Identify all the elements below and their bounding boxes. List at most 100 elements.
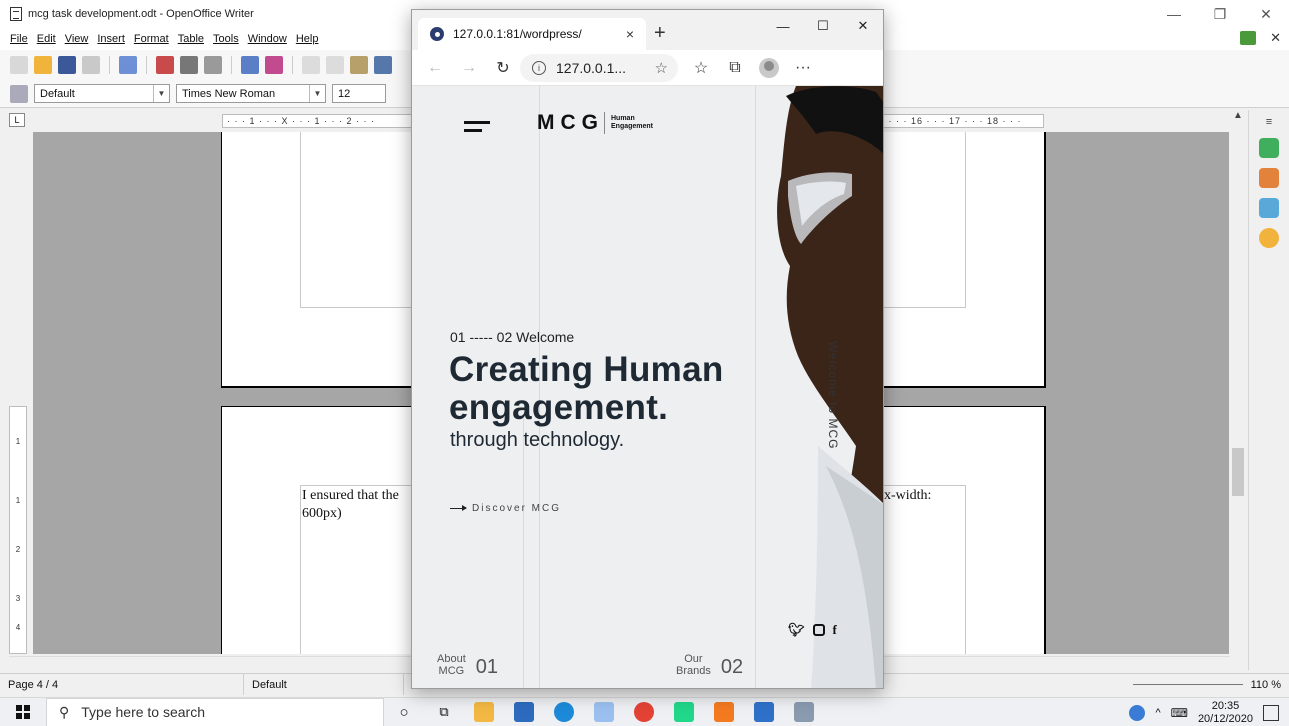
export-pdf-icon[interactable] bbox=[156, 56, 174, 74]
email-icon[interactable] bbox=[82, 56, 100, 74]
cortana-button[interactable]: ○ bbox=[384, 698, 424, 726]
menu-format[interactable]: Format bbox=[134, 33, 169, 45]
edit-file-icon[interactable] bbox=[119, 56, 137, 74]
vertical-ruler[interactable]: 1 1 2 3 4 bbox=[9, 406, 27, 654]
oo-restore-button[interactable]: ❐ bbox=[1197, 0, 1243, 28]
tab-stop-selector[interactable]: L bbox=[9, 113, 25, 127]
clock[interactable]: 20:35 20/12/2020 bbox=[1198, 700, 1253, 726]
facebook-icon[interactable]: f bbox=[833, 622, 837, 638]
taskbar-app-pycharm[interactable] bbox=[664, 698, 704, 726]
browser-tab[interactable]: 127.0.0.1:81/wordpress/ × bbox=[418, 18, 646, 50]
zoom-value[interactable]: 110 % bbox=[1251, 679, 1281, 691]
tab-close-icon[interactable]: × bbox=[626, 26, 634, 42]
menu-window[interactable]: Window bbox=[248, 33, 287, 45]
help-icon[interactable] bbox=[1129, 704, 1146, 721]
collections-icon[interactable]: ⧉ bbox=[718, 53, 752, 83]
document-text-line[interactable]: 600px) bbox=[302, 506, 342, 522]
footer-brands-label: Our Brands bbox=[676, 653, 711, 677]
status-style[interactable]: Default bbox=[244, 674, 404, 695]
new-tab-button[interactable]: + bbox=[654, 22, 666, 45]
browser-minimize-button[interactable]: — bbox=[763, 10, 803, 42]
extension-update-icon[interactable] bbox=[1240, 31, 1257, 45]
favorite-star-icon[interactable]: ☆ bbox=[655, 59, 668, 77]
site-logo[interactable]: MCG Human Engagement bbox=[537, 111, 653, 135]
print-preview-icon[interactable] bbox=[204, 56, 222, 74]
favorites-icon[interactable]: ☆ bbox=[684, 53, 718, 83]
browser-maximize-button[interactable]: ☐ bbox=[803, 10, 843, 42]
autospellcheck-icon[interactable] bbox=[265, 56, 283, 74]
new-document-icon[interactable] bbox=[10, 56, 28, 74]
save-icon[interactable] bbox=[58, 56, 76, 74]
taskbar-app-mail[interactable] bbox=[504, 698, 544, 726]
paste-icon[interactable] bbox=[350, 56, 368, 74]
print-icon[interactable] bbox=[180, 56, 198, 74]
site-info-icon[interactable]: i bbox=[532, 60, 546, 75]
refresh-button[interactable]: ↻ bbox=[486, 53, 520, 83]
vertical-scrollbar[interactable]: ▲ bbox=[1230, 110, 1246, 656]
properties-icon[interactable] bbox=[1259, 138, 1279, 158]
oo-minimize-button[interactable]: — bbox=[1151, 0, 1197, 28]
hamburger-menu-icon[interactable] bbox=[464, 121, 490, 137]
address-bar[interactable]: i 127.0.0.1... ☆ bbox=[520, 53, 678, 82]
styles-formatting-icon[interactable] bbox=[10, 84, 28, 103]
network-icon[interactable]: ⌨ bbox=[1171, 706, 1188, 720]
scrollbar-thumb[interactable] bbox=[1232, 448, 1244, 496]
copy-icon[interactable] bbox=[326, 56, 344, 74]
taskbar-app-chrome[interactable] bbox=[624, 698, 664, 726]
discover-link[interactable]: Discover MCG bbox=[450, 503, 561, 514]
taskbar-app-dropbox[interactable] bbox=[584, 698, 624, 726]
taskbar-app-photos[interactable] bbox=[744, 698, 784, 726]
browser-window-controls: — ☐ ✕ bbox=[763, 10, 883, 42]
format-paintbrush-icon[interactable] bbox=[374, 56, 392, 74]
chevron-down-icon[interactable]: ▼ bbox=[153, 85, 169, 102]
footer-label-line: Our bbox=[684, 653, 703, 665]
taskbar-app-writer[interactable] bbox=[784, 698, 824, 726]
notifications-icon[interactable] bbox=[1263, 704, 1279, 721]
menu-tools[interactable]: Tools bbox=[213, 33, 239, 45]
gallery-icon[interactable] bbox=[1259, 198, 1279, 218]
forward-button[interactable]: → bbox=[452, 53, 486, 83]
more-menu-button[interactable]: ··· bbox=[786, 53, 820, 83]
chevron-up-icon[interactable]: ^ bbox=[1155, 707, 1160, 719]
spellcheck-icon[interactable] bbox=[241, 56, 259, 74]
sidebar-menu-icon[interactable]: ≡ bbox=[1266, 116, 1272, 128]
menu-table[interactable]: Table bbox=[178, 33, 204, 45]
document-text-line[interactable]: x-width: bbox=[884, 488, 931, 504]
footer-about-link[interactable]: About MCG 01 bbox=[437, 653, 498, 677]
scroll-up-icon[interactable]: ▲ bbox=[1230, 110, 1246, 121]
browser-close-button[interactable]: ✕ bbox=[843, 10, 883, 42]
font-name-select[interactable]: Times New Roman ▼ bbox=[176, 84, 326, 103]
arrow-right-icon bbox=[450, 505, 467, 511]
menu-help[interactable]: Help bbox=[296, 33, 319, 45]
instagram-icon[interactable] bbox=[812, 624, 825, 636]
taskbar-search[interactable]: ⚲ Type here to search bbox=[46, 697, 384, 726]
menu-edit[interactable]: Edit bbox=[37, 33, 56, 45]
menu-insert[interactable]: Insert bbox=[97, 33, 125, 45]
language-switcher[interactable]: En bbox=[819, 119, 834, 133]
document-text-line[interactable]: I ensured that the bbox=[302, 488, 399, 504]
chevron-down-icon[interactable]: ▼ bbox=[309, 85, 325, 102]
taskbar-app-sublime[interactable] bbox=[704, 698, 744, 726]
navigator-icon[interactable] bbox=[1259, 228, 1279, 248]
taskbar-app-edge[interactable] bbox=[544, 698, 584, 726]
styles-icon[interactable] bbox=[1259, 168, 1279, 188]
taskbar-app-explorer[interactable] bbox=[464, 698, 504, 726]
browser-tab-bar: 127.0.0.1:81/wordpress/ × + — ☐ ✕ bbox=[412, 10, 883, 50]
oo-close-button[interactable]: ✕ bbox=[1243, 0, 1289, 28]
font-size-select[interactable]: 12 bbox=[332, 84, 386, 103]
task-view-button[interactable]: ⧉ bbox=[424, 698, 464, 726]
menu-view[interactable]: View bbox=[65, 33, 89, 45]
profile-button[interactable] bbox=[752, 53, 786, 83]
footer-brands-link[interactable]: Our Brands 02 bbox=[676, 653, 743, 677]
menu-file[interactable]: File bbox=[10, 33, 28, 45]
close-document-icon[interactable]: ✕ bbox=[1270, 30, 1281, 46]
twitter-icon[interactable]: 🐦︎ bbox=[788, 622, 805, 638]
zoom-slider[interactable] bbox=[1132, 684, 1243, 685]
open-folder-icon[interactable] bbox=[34, 56, 52, 74]
pycharm-icon bbox=[674, 702, 694, 722]
folder-icon bbox=[474, 702, 494, 722]
paragraph-style-select[interactable]: Default ▼ bbox=[34, 84, 170, 103]
cut-icon[interactable] bbox=[302, 56, 320, 74]
start-button[interactable] bbox=[0, 698, 46, 726]
back-button[interactable]: ← bbox=[418, 53, 452, 83]
